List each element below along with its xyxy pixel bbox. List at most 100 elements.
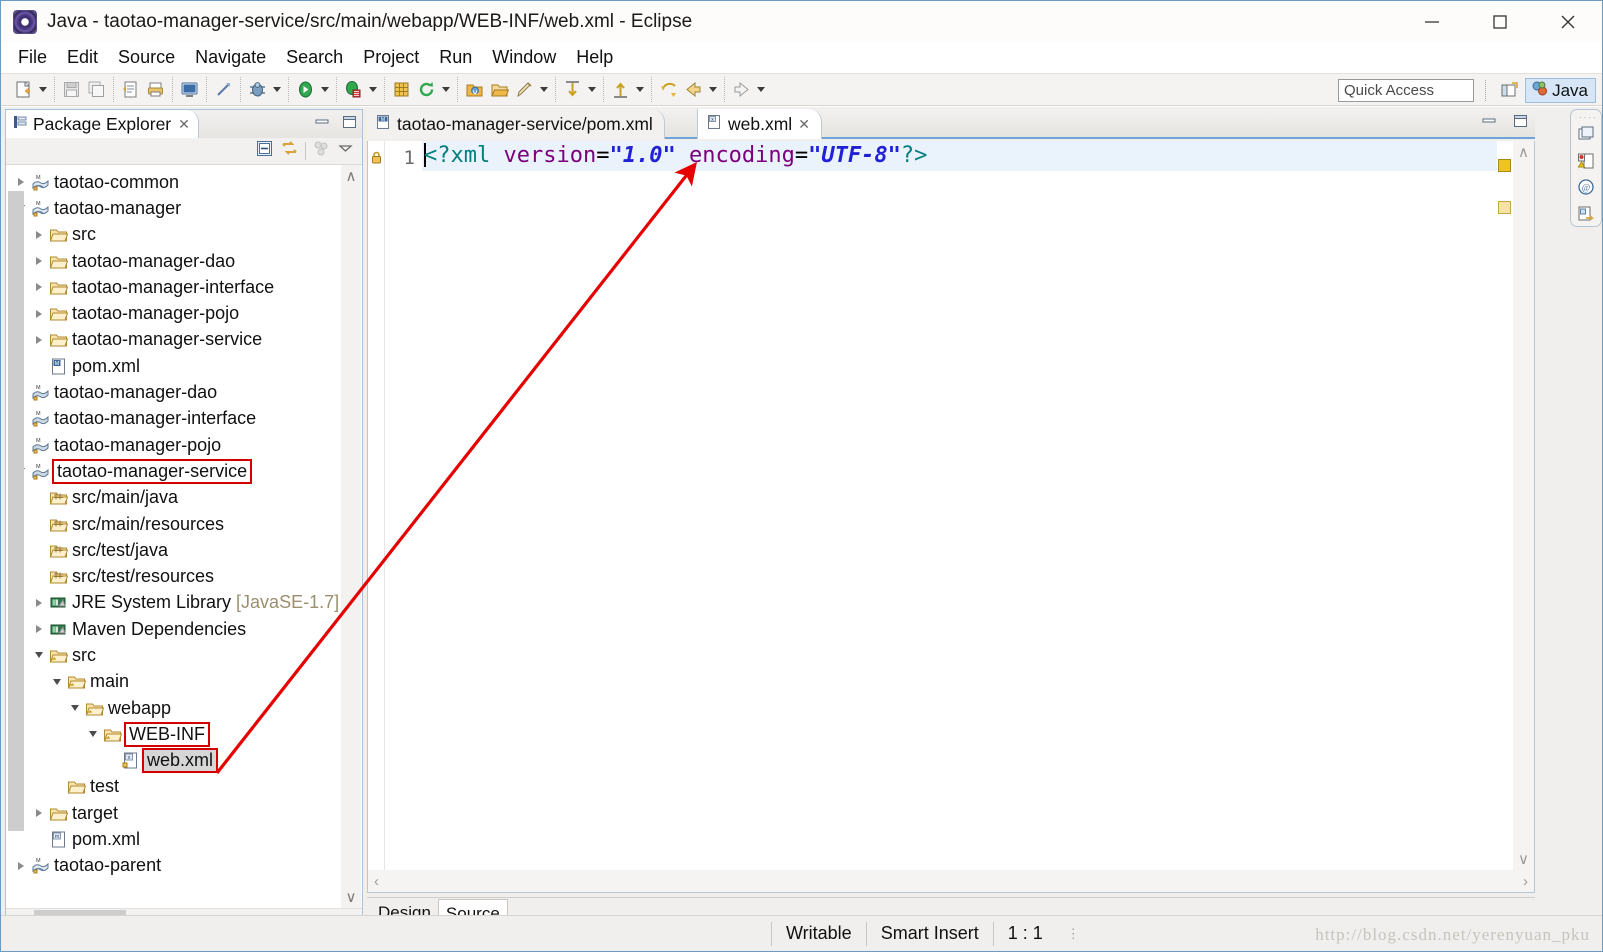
close-icon[interactable]: ✕ [798, 116, 810, 133]
tree-node[interactable]: src/test/resources [6, 563, 340, 589]
tree-node[interactable]: Mtaotao-manager-service [6, 458, 340, 484]
chevron-right-icon[interactable] [30, 599, 48, 607]
chevron-right-icon[interactable] [30, 336, 48, 344]
new-wizard-icon[interactable] [11, 77, 36, 102]
tree-node[interactable]: src [6, 642, 340, 668]
tree-node[interactable]: main [6, 669, 340, 695]
chevron-right-icon[interactable] [30, 231, 48, 239]
save-all-icon[interactable] [84, 77, 109, 102]
menu-run[interactable]: Run [430, 45, 481, 70]
next-annotation-dropdown-icon[interactable] [585, 77, 599, 102]
tree-node[interactable]: target [6, 800, 340, 826]
minimize-view-icon[interactable] [314, 114, 331, 136]
status-resize-grip[interactable]: ⋮ [1067, 926, 1081, 942]
tree-node[interactable]: taotao-manager-dao [6, 248, 340, 274]
menu-source[interactable]: Source [109, 45, 184, 70]
editor-overview-ruler[interactable] [1497, 141, 1513, 870]
menu-project[interactable]: Project [354, 45, 428, 70]
maximize-view-icon[interactable] [1512, 113, 1529, 135]
chevron-right-icon[interactable] [30, 625, 48, 633]
menu-help[interactable]: Help [567, 45, 622, 70]
view-chevron-down-icon[interactable] [337, 140, 354, 162]
view-menu-icon[interactable] [312, 139, 331, 163]
tree-node[interactable]: m pom.xml [6, 826, 340, 852]
chevron-down-icon[interactable] [84, 731, 102, 737]
tree-node[interactable]: Mpom.xml [6, 353, 340, 379]
tab-web-xml[interactable]: x web.xml ✕ [697, 109, 822, 139]
tree-node[interactable]: src/main/resources [6, 511, 340, 537]
menu-file[interactable]: File [9, 45, 56, 70]
project-tree[interactable]: Mtaotao-common Mtaotao-manager src taotao-m… [6, 165, 340, 908]
warning-marker-icon[interactable] [1498, 159, 1511, 172]
console-icon[interactable] [177, 77, 202, 102]
tree-node[interactable]: taotao-manager-pojo [6, 300, 340, 326]
scroll-up-arrow-icon[interactable]: ∧ [1513, 141, 1534, 163]
scroll-up-arrow-icon[interactable]: ∧ [346, 165, 357, 187]
collapse-all-icon[interactable] [255, 139, 274, 163]
open-type-icon[interactable] [462, 77, 487, 102]
chevron-right-icon[interactable] [12, 178, 30, 186]
problems-view-icon[interactable] [1574, 149, 1598, 173]
perspective-java-button[interactable]: Java [1525, 78, 1596, 103]
new-wizard-dropdown-icon[interactable] [36, 77, 50, 102]
search-icon[interactable] [512, 77, 537, 102]
maximize-view-icon[interactable] [341, 114, 358, 136]
save-icon[interactable] [59, 77, 84, 102]
tree-node[interactable]: Mtaotao-manager [6, 195, 340, 221]
chevron-right-icon[interactable] [30, 809, 48, 817]
refresh-dropdown-icon[interactable] [439, 77, 453, 102]
editor-marker-ruler[interactable] [368, 141, 385, 892]
tree-node[interactable]: Mtaotao-manager-dao [6, 379, 340, 405]
chevron-right-icon[interactable] [30, 310, 48, 318]
tree-node[interactable]: WEB-INF [6, 721, 340, 747]
tree-node[interactable]: JRE System Library [JavaSE-1.7] [6, 590, 340, 616]
open-resource-icon[interactable] [487, 77, 512, 102]
chevron-down-icon[interactable] [66, 705, 84, 711]
tree-node[interactable]: Mtaotao-manager-interface [6, 406, 340, 432]
declaration-view-icon[interactable] [1574, 202, 1598, 226]
search-dropdown-icon[interactable] [537, 77, 551, 102]
scroll-down-arrow-icon[interactable]: ∨ [1513, 848, 1534, 870]
export-icon[interactable] [118, 77, 143, 102]
info-marker-icon[interactable] [1498, 201, 1511, 214]
link-icon[interactable] [211, 77, 236, 102]
menu-navigate[interactable]: Navigate [186, 45, 275, 70]
fast-view-grip[interactable]: ···· [1579, 113, 1598, 122]
chevron-right-icon[interactable] [12, 862, 30, 870]
chevron-down-icon[interactable] [30, 652, 48, 658]
code-editor[interactable]: <?xml version="1.0" encoding="UTF-8"?> [422, 141, 1512, 870]
run-icon[interactable] [293, 77, 318, 102]
code-line-1[interactable]: <?xml version="1.0" encoding="UTF-8"?> [422, 141, 1512, 171]
tree-node[interactable]: Mtaotao-parent [6, 853, 340, 879]
tree-node[interactable]: Maven Dependencies [6, 616, 340, 642]
editor-vertical-scrollbar[interactable]: ∧ ∨ [1513, 141, 1534, 870]
tree-node[interactable]: x web.xml [6, 748, 340, 774]
quick-access-input[interactable]: Quick Access [1338, 79, 1474, 102]
tree-node[interactable]: src [6, 222, 340, 248]
menu-search[interactable]: Search [277, 45, 352, 70]
tab-pom-xml[interactable]: M taotao-manager-service/pom.xml [367, 109, 665, 139]
open-perspective-icon[interactable] [1496, 79, 1522, 102]
forward-icon[interactable] [729, 77, 754, 102]
tree-node[interactable]: Mtaotao-common [6, 169, 340, 195]
minimize-button[interactable] [1398, 1, 1466, 42]
back-icon[interactable] [681, 77, 706, 102]
tree-node[interactable]: webapp [6, 695, 340, 721]
scroll-down-arrow-icon[interactable]: ∨ [346, 886, 357, 908]
tree-vertical-scrollbar[interactable]: ∧ ∨ [341, 165, 361, 908]
forward-dropdown-icon[interactable] [754, 77, 768, 102]
scroll-right-arrow-icon[interactable]: › [1523, 873, 1528, 890]
next-annotation-icon[interactable] [560, 77, 585, 102]
editor-horizontal-scrollbar[interactable]: ‹ › [368, 870, 1534, 892]
minimize-view-icon[interactable] [1481, 113, 1498, 135]
debug-dropdown-icon[interactable] [270, 77, 284, 102]
close-button[interactable] [1534, 1, 1602, 42]
tree-node[interactable]: taotao-manager-interface [6, 274, 340, 300]
scroll-left-arrow-icon[interactable]: ‹ [374, 873, 379, 890]
tree-node[interactable]: src/test/java [6, 537, 340, 563]
tree-vertical-scroll-thumb[interactable] [8, 191, 24, 831]
coverage-icon[interactable] [341, 77, 366, 102]
debug-icon[interactable] [245, 77, 270, 102]
javadoc-view-icon[interactable]: @ [1574, 176, 1598, 200]
print-icon[interactable] [143, 77, 168, 102]
